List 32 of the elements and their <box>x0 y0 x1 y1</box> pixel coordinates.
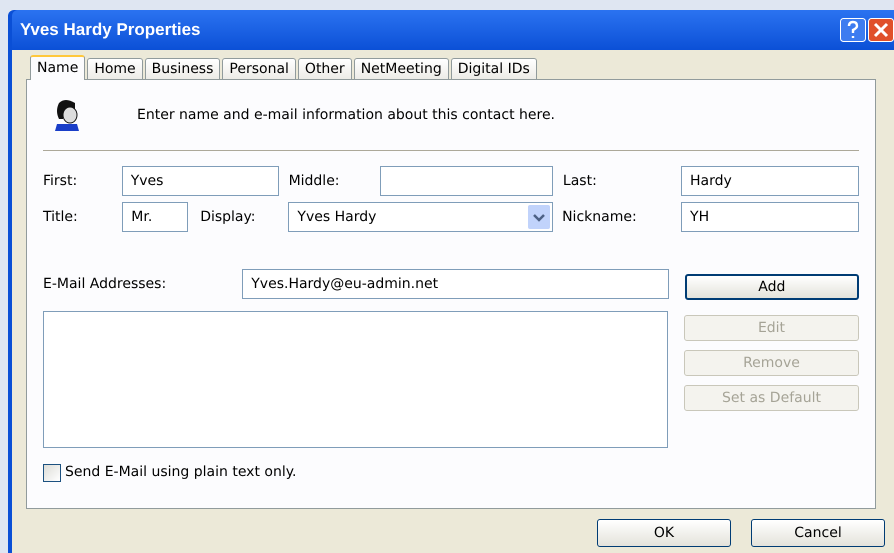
tab[interactable]: Digital IDs <box>450 58 537 79</box>
tab[interactable]: NetMeeting <box>354 58 449 79</box>
text-field[interactable]: Hardy <box>681 166 859 196</box>
text-field[interactable]: Mr. <box>122 202 188 232</box>
dialog-button[interactable]: Cancel <box>751 519 885 547</box>
field-label: E-Mail Addresses: <box>43 274 168 294</box>
checkbox-label: Send E-Mail using plain text only. <box>65 463 296 482</box>
text-field[interactable]: Yves.Hardy@eu-admin.net <box>242 269 669 299</box>
text-field[interactable]: YH <box>681 202 860 232</box>
tab[interactable]: Business <box>144 58 220 79</box>
close-icon[interactable] <box>868 18 894 42</box>
field-label: Last: <box>562 172 598 190</box>
tab[interactable]: Other <box>298 58 352 79</box>
field-label: First: <box>43 172 78 190</box>
tab[interactable]: Personal <box>222 58 296 79</box>
button[interactable]: Add <box>684 274 859 300</box>
tab[interactable]: Name <box>30 55 86 80</box>
field-label: Display: <box>200 208 256 226</box>
checkbox[interactable] <box>43 464 61 482</box>
text-field[interactable]: Yves <box>122 166 279 196</box>
help-icon[interactable] <box>840 18 866 42</box>
display-dropdown[interactable]: Yves Hardy <box>288 202 554 232</box>
field-label: Middle: <box>288 172 341 190</box>
window-title: Yves Hardy Properties <box>20 19 200 42</box>
tab[interactable]: Home <box>87 58 143 79</box>
field-label: Nickname: <box>562 208 638 226</box>
field-label: Title: <box>43 208 79 226</box>
person-icon <box>53 99 81 131</box>
text-field[interactable] <box>380 166 554 196</box>
intro-text: Enter name and e-mail information about this contact here. <box>137 106 556 124</box>
chevron-icon <box>528 205 550 229</box>
dialog-button[interactable]: OK <box>597 519 731 547</box>
